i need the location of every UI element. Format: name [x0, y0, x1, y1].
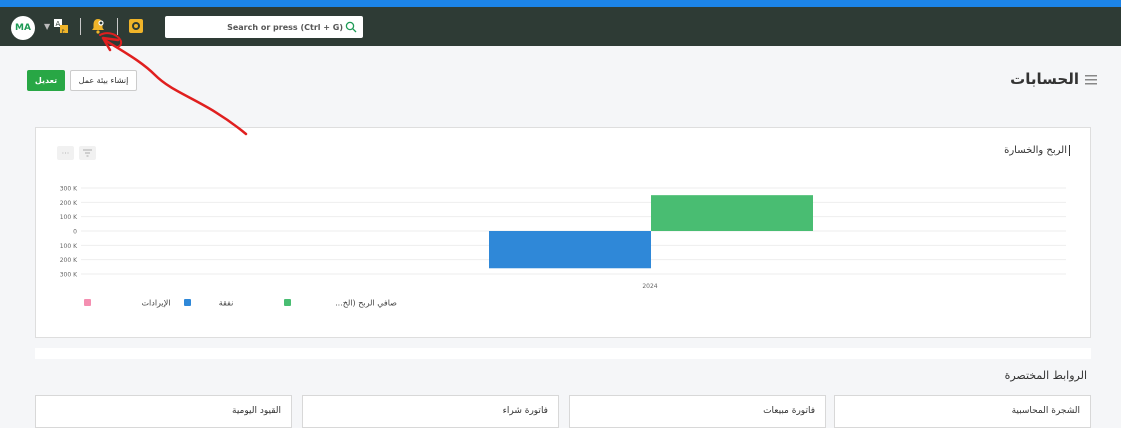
shortcut-journal-entries[interactable]: القيود اليومية — [35, 395, 292, 428]
y-tick-label: 200 K — [60, 200, 78, 207]
shortcut-sales-invoice[interactable]: فاتورة مبيعات — [569, 395, 826, 428]
y-tick-label: 0 — [73, 229, 77, 236]
legend-swatch[interactable] — [184, 299, 191, 306]
y-tick-label: 200 K — [60, 257, 78, 264]
shortcut-label: الشجرة المحاسبية — [1011, 406, 1080, 416]
shortcut-label: فاتورة مبيعات — [763, 406, 815, 416]
shortcut-label: القيود اليومية — [232, 406, 281, 416]
legend-label[interactable]: نفقة — [219, 299, 234, 308]
translate-icon[interactable]: A ع — [54, 19, 68, 33]
badge-icon[interactable] — [128, 18, 144, 34]
legend-label[interactable]: الإيرادات — [142, 299, 171, 309]
shortcuts-title: الروابط المختصرة — [1004, 369, 1087, 382]
hamburger-menu-icon[interactable] — [1085, 75, 1097, 85]
chart-bar[interactable] — [489, 231, 651, 269]
create-workspace-button[interactable]: إنشاء بيئة عمل — [70, 70, 137, 91]
chevron-down-icon[interactable]: ▼ — [44, 22, 50, 31]
legend-swatch[interactable] — [84, 299, 91, 306]
y-tick-label: 300 K — [60, 272, 78, 279]
top-accent-stripe — [0, 0, 1121, 7]
legend-label[interactable]: ...صافي الربح (الخ — [335, 299, 397, 308]
y-tick-label: 100 K — [60, 214, 78, 221]
profit-loss-chart: 300 K 200 K 100 K 0 100 K 200 K 300 K 2024 الإير… — [60, 186, 1066, 309]
top-navbar: MA ▼ A ع — [0, 7, 1121, 46]
bell-icon[interactable] — [89, 17, 107, 35]
shortcut-purchase-invoice[interactable]: فاتورة شراء — [302, 395, 559, 428]
profit-loss-card: الربح والخسارة ··· 300 K 200 K 100 K 0 100 K… — [35, 127, 1091, 338]
legend-swatch[interactable] — [284, 299, 291, 306]
search-box[interactable] — [165, 16, 363, 38]
y-tick-label: 300 K — [60, 186, 78, 193]
x-tick-label: 2024 — [642, 283, 657, 290]
chart-bar[interactable] — [651, 195, 813, 231]
shortcut-chart-of-accounts[interactable]: الشجرة المحاسبية — [834, 395, 1091, 428]
y-tick-label: 100 K — [60, 243, 78, 250]
navbar-separator — [117, 18, 118, 35]
user-avatar[interactable]: MA — [11, 16, 35, 40]
search-input[interactable] — [169, 16, 343, 38]
svg-text:ع: ع — [62, 27, 66, 33]
section-divider — [35, 348, 1091, 359]
svg-text:A: A — [56, 20, 61, 28]
navbar-separator — [80, 18, 81, 35]
page-title: الحسابات — [1010, 70, 1079, 88]
search-icon[interactable] — [345, 21, 357, 33]
shortcut-label: فاتورة شراء — [502, 406, 548, 416]
edit-button[interactable]: تعديل — [27, 70, 65, 91]
